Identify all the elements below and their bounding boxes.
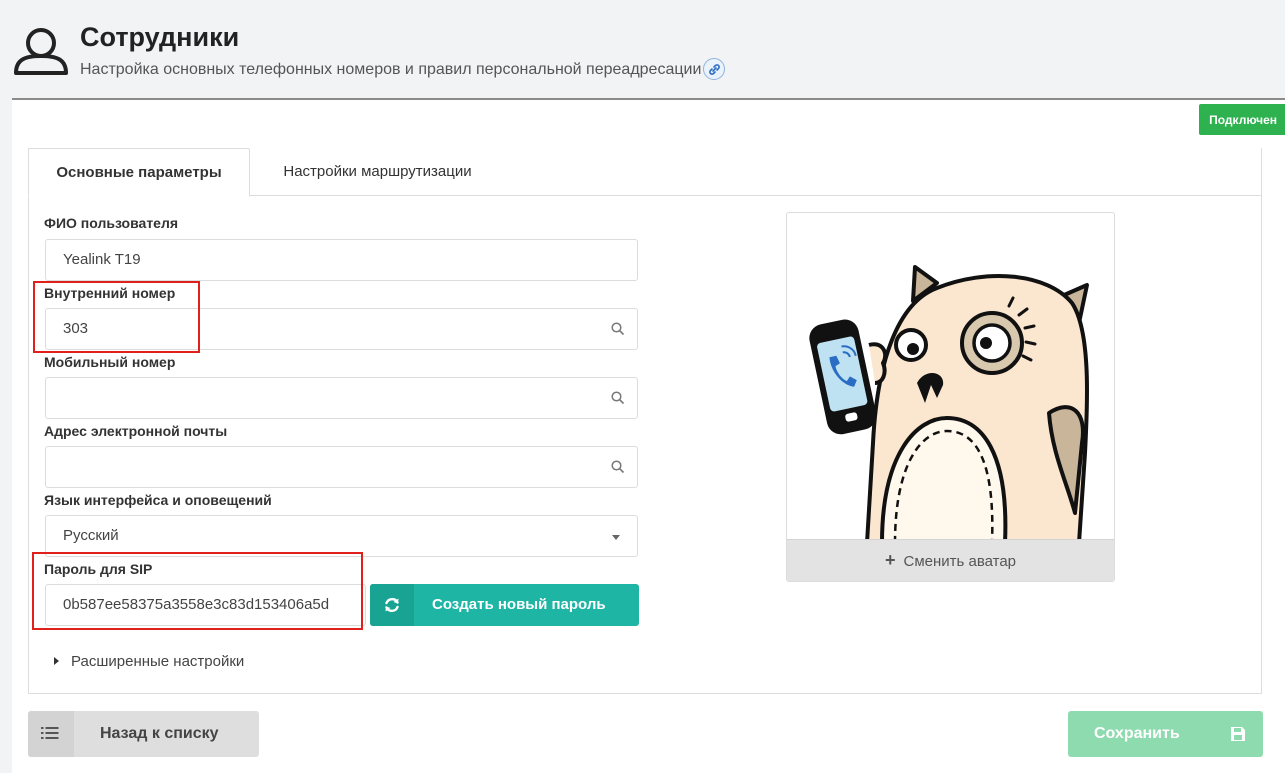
save-button[interactable]: Сохранить [1068,711,1263,757]
plus-icon: + [884,550,896,570]
generate-password-button[interactable]: Создать новый пароль [370,584,639,626]
extension-highlight [33,281,200,353]
refresh-icon [370,584,414,626]
chevron-down-icon [612,535,620,540]
owl-avatar-image [809,265,1090,543]
language-select[interactable]: Русский [45,515,638,557]
caret-right-icon [54,657,59,666]
full-name-value: Yealink T19 [63,251,141,268]
search-icon[interactable] [611,460,625,474]
back-to-list-button[interactable]: Назад к списку [28,711,259,757]
mobile-label: Мобильный номер [44,354,176,370]
tabs-bar: Основные параметры Настройки маршрутизац… [28,148,1262,197]
page-title: Сотрудники [80,22,240,52]
status-badge: Подключен [1199,104,1285,135]
tab-routing-settings[interactable]: Настройки маршрутизации [250,148,505,197]
tab-main-params[interactable]: Основные параметры [28,148,250,197]
language-label: Язык интерфейса и оповещений [44,492,272,508]
search-icon[interactable] [611,322,625,336]
advanced-settings-toggle[interactable]: Расширенные настройки [54,653,244,670]
email-label: Адрес электронной почты [44,423,228,439]
help-link-icon[interactable] [703,58,726,80]
search-icon[interactable] [611,391,625,405]
generate-password-label: Создать новый пароль [432,596,606,613]
advanced-settings-label: Расширенные настройки [71,653,245,670]
save-icon [1213,711,1263,757]
page-subtitle: Настройка основных телефонных номеров и … [80,58,726,81]
avatar-panel: + Сменить аватар [786,212,1115,582]
email-field[interactable] [45,446,638,488]
full-name-label: ФИО пользователя [44,215,179,231]
save-label: Сохранить [1094,725,1180,742]
subtitle-text: Настройка основных телефонных номеров и … [80,61,702,79]
sip-password-highlight [32,552,363,630]
employee-panel: Подключен Основные параметры Настройки м… [12,98,1285,773]
change-avatar-button[interactable]: + Сменить аватар [787,539,1114,581]
back-to-list-label: Назад к списку [100,725,219,742]
language-value: Русский [63,527,119,544]
mobile-field[interactable] [45,377,638,419]
change-avatar-label: Сменить аватар [903,553,1017,570]
page-header: Сотрудники Настройка основных телефонных… [12,20,1285,90]
list-icon [28,711,74,757]
user-icon [14,28,68,75]
full-name-field[interactable]: Yealink T19 [45,239,638,281]
